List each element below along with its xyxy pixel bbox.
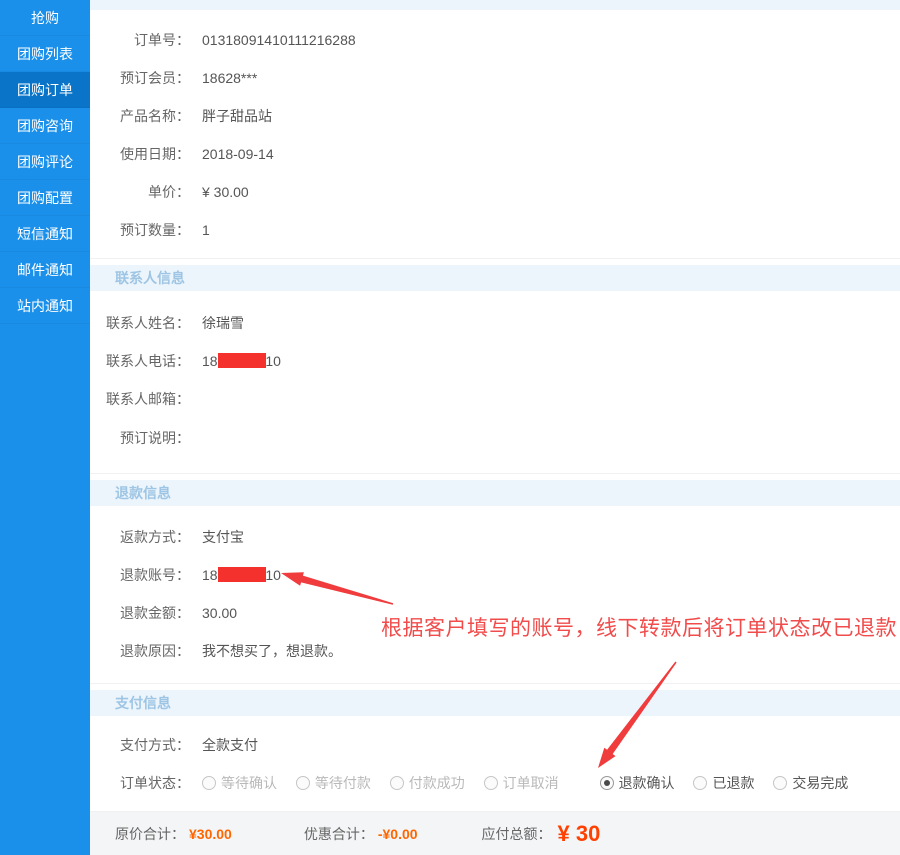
field-label: 退款账号： xyxy=(90,565,190,585)
radio-circle-icon xyxy=(693,776,707,790)
sidebar-item-groupbuy-list[interactable]: 团购列表 xyxy=(0,36,90,72)
refund-account-value: 18010 xyxy=(202,567,281,583)
radio-circle-icon xyxy=(202,776,216,790)
field-label: 退款原因： xyxy=(90,641,190,661)
member-value: 18628*** xyxy=(202,70,257,86)
refund-amount-value: 30.00 xyxy=(202,605,237,621)
field-row-unit-price: 单价： ¥ 30.00 xyxy=(90,173,900,211)
field-label: 联系人姓名： xyxy=(90,313,190,333)
field-row-refund-account: 退款账号： 18010 xyxy=(90,556,900,594)
order-detail-page: 抢购 团购列表 团购订单 团购咨询 团购评论 团购配置 短信通知 邮件通知 站内… xyxy=(0,0,900,855)
use-date-value: 2018-09-14 xyxy=(202,146,274,162)
quantity-value: 1 xyxy=(202,222,210,238)
radio-status-order-cancelled[interactable]: 订单取消 xyxy=(484,775,559,791)
refund-section-header: 退款信息 xyxy=(90,480,900,506)
section-header-partial xyxy=(90,0,900,10)
field-label: 联系人电话： xyxy=(90,351,190,371)
product-name-value: 胖子甜品站 xyxy=(202,106,272,126)
field-row-contact-email: 联系人邮箱： xyxy=(90,380,900,418)
field-row-quantity: 预订数量： 1 xyxy=(90,211,900,249)
field-label: 预订会员： xyxy=(90,68,190,88)
original-total: 原价合计： ¥30.00 xyxy=(115,824,232,844)
totals-bar: 原价合计： ¥30.00 优惠合计： -¥0.00 应付总额： ¥ 30 xyxy=(90,811,900,855)
field-row-use-date: 使用日期： 2018-09-14 xyxy=(90,135,900,173)
refund-method-value: 支付宝 xyxy=(202,527,244,547)
field-label: 预订说明： xyxy=(90,428,190,448)
field-row-order-number: 订单号： 01318091410111216288 xyxy=(90,21,900,59)
main-content: 订单号： 01318091410111216288 预订会员： 18628***… xyxy=(90,0,900,855)
field-label: 返款方式： xyxy=(90,527,190,547)
field-label: 订单号： xyxy=(90,30,190,50)
field-label: 支付方式： xyxy=(90,735,190,755)
pay-method-value: 全款支付 xyxy=(202,735,258,755)
sidebar: 抢购 团购列表 团购订单 团购咨询 团购评论 团购配置 短信通知 邮件通知 站内… xyxy=(0,0,90,855)
sidebar-item-groupbuy-orders[interactable]: 团购订单 xyxy=(0,72,90,108)
field-row-refund-method: 返款方式： 支付宝 xyxy=(90,518,900,556)
field-row-product-name: 产品名称： 胖子甜品站 xyxy=(90,97,900,135)
field-label: 使用日期： xyxy=(90,144,190,164)
field-row-member: 预订会员： 18628*** xyxy=(90,59,900,97)
contact-name-value: 徐瑞雪 xyxy=(202,313,244,333)
payable-total-value: ¥ 30 xyxy=(558,821,601,847)
radio-circle-icon xyxy=(296,776,310,790)
radio-status-waiting-payment[interactable]: 等待付款 xyxy=(296,775,371,791)
field-label: 产品名称： xyxy=(90,106,190,126)
contact-section: 联系人信息 联系人姓名： 徐瑞雪 联系人电话： 18010 联系人邮箱： 预订说… xyxy=(90,258,900,462)
radio-circle-icon xyxy=(773,776,787,790)
sidebar-item-groupbuy-settings[interactable]: 团购配置 xyxy=(0,180,90,216)
discount-total: 优惠合计： -¥0.00 xyxy=(304,824,418,844)
sidebar-item-groupbuy-inquiries[interactable]: 团购咨询 xyxy=(0,108,90,144)
sidebar-item-groupbuy-comments[interactable]: 团购评论 xyxy=(0,144,90,180)
field-row-contact-name: 联系人姓名： 徐瑞雪 xyxy=(90,304,900,342)
field-label: 预订数量： xyxy=(90,220,190,240)
payable-total: 应付总额： ¥ 30 xyxy=(482,821,601,847)
contact-phone-value: 18010 xyxy=(202,353,281,369)
radio-status-waiting-confirm[interactable]: 等待确认 xyxy=(202,775,277,791)
radio-status-refund-confirm[interactable]: 退款确认 xyxy=(600,775,675,791)
handwritten-annotation: 根据客户填写的账号，线下转款后将订单状态改已退款 xyxy=(381,612,897,642)
field-row-order-status: 订单状态： 等待确认 等待付款 付款成功 订单取消 退款确认 已退款 交易完成 xyxy=(90,764,900,802)
field-row-booking-note: 预订说明： xyxy=(90,418,900,462)
field-label: 订单状态： xyxy=(90,773,190,793)
redaction-box xyxy=(218,567,266,582)
field-row-contact-phone: 联系人电话： 18010 xyxy=(90,342,900,380)
field-label: 单价： xyxy=(90,182,190,202)
sidebar-item-flash-sale[interactable]: 抢购 xyxy=(0,0,90,36)
discount-total-value: -¥0.00 xyxy=(378,826,418,842)
order-info-section: 订单号： 01318091410111216288 预订会员： 18628***… xyxy=(90,10,900,249)
field-label: 退款金额： xyxy=(90,603,190,623)
refund-reason-value: 我不想买了，想退款。 xyxy=(202,641,342,661)
payment-section-header: 支付信息 xyxy=(90,690,900,716)
field-label: 联系人邮箱： xyxy=(90,389,190,409)
order-number-value: 01318091410111216288 xyxy=(202,32,356,48)
sidebar-item-email-notify[interactable]: 邮件通知 xyxy=(0,252,90,288)
payment-section: 支付信息 支付方式： 全款支付 订单状态： 等待确认 等待付款 付款成功 订单取… xyxy=(90,683,900,802)
redaction-box xyxy=(218,353,266,368)
radio-status-payment-success[interactable]: 付款成功 xyxy=(390,775,465,791)
radio-selected-icon xyxy=(600,776,614,790)
radio-status-refunded[interactable]: 已退款 xyxy=(693,775,754,791)
unit-price-value: ¥ 30.00 xyxy=(202,184,249,200)
radio-status-trade-complete[interactable]: 交易完成 xyxy=(773,775,848,791)
order-status-radios: 等待确认 等待付款 付款成功 订单取消 退款确认 已退款 交易完成 xyxy=(202,773,863,793)
radio-circle-icon xyxy=(484,776,498,790)
contact-section-header: 联系人信息 xyxy=(90,265,900,291)
sidebar-item-sms-notify[interactable]: 短信通知 xyxy=(0,216,90,252)
sidebar-item-site-notify[interactable]: 站内通知 xyxy=(0,288,90,324)
radio-circle-icon xyxy=(390,776,404,790)
original-total-value: ¥30.00 xyxy=(189,826,232,842)
field-row-pay-method: 支付方式： 全款支付 xyxy=(90,726,900,764)
